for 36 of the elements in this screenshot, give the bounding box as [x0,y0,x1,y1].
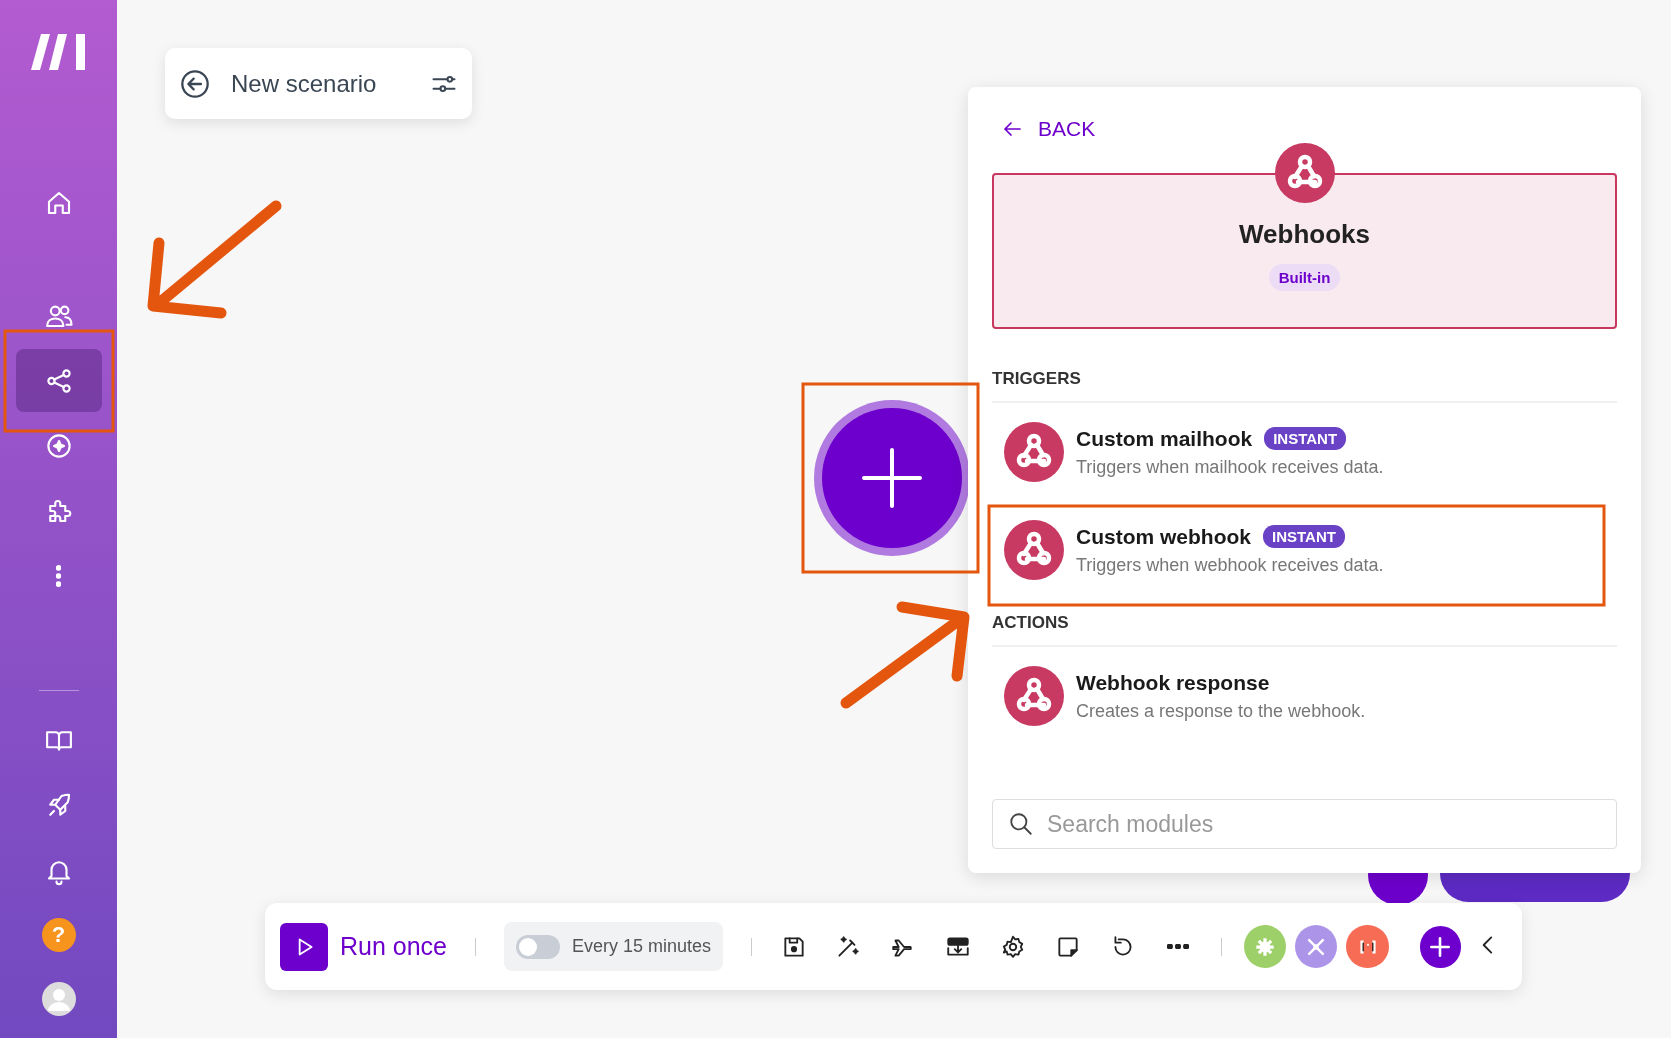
logo[interactable] [30,32,87,72]
module-name: Custom webhook [1076,524,1251,549]
instant-tag: INSTANT [1264,427,1347,450]
module-item[interactable]: Custom webhook INSTANT Triggers when webhook receives data. [992,501,1617,599]
sidebar-item[interactable] [15,349,102,412]
webhook-icon [1004,666,1064,726]
magic-wand-icon [835,933,862,960]
webhook-icon [1004,422,1064,482]
search-icon [1008,811,1034,837]
built-in-tag: Built-in [1268,264,1341,291]
search-field[interactable]: Search modules [992,799,1617,849]
scenario-title[interactable]: New scenario [231,69,410,98]
add-button[interactable] [1419,925,1461,968]
avatar[interactable] [41,982,76,1016]
back-icon [179,67,211,100]
section-heading: ACTIONS [992,613,1617,647]
module-description: Triggers when webhook receives data. [1076,554,1384,576]
more-icon [1166,944,1189,949]
schedule-control[interactable]: Every 15 minutes [504,922,724,971]
app-button[interactable] [1295,925,1338,968]
section-heading: TRIGGERS [992,369,1617,403]
back-link[interactable]: BACK [992,117,1104,141]
module-name: Custom mailhook [1076,426,1253,451]
module-description: Triggers when mailhook receives data. [1076,456,1384,478]
run-once-button[interactable]: Run once [280,922,448,971]
schedule-toggle[interactable] [516,934,560,959]
module-name: Webhook response [1076,670,1270,695]
app-name: Webhooks [1239,219,1370,250]
module-item[interactable]: Webhook response Creates a response to the webhook. [992,647,1617,745]
module-description: Creates a response to the webhook. [1076,700,1366,722]
more-icon [56,564,61,587]
module-item[interactable]: Custom mailhook INSTANT Triggers when mailhook receives data. [992,403,1617,501]
instant-tag: INSTANT [1263,525,1345,548]
webhook-icon [1004,520,1064,580]
app-button[interactable] [1346,925,1389,968]
schedule-label: Every 15 minutes [572,936,712,957]
